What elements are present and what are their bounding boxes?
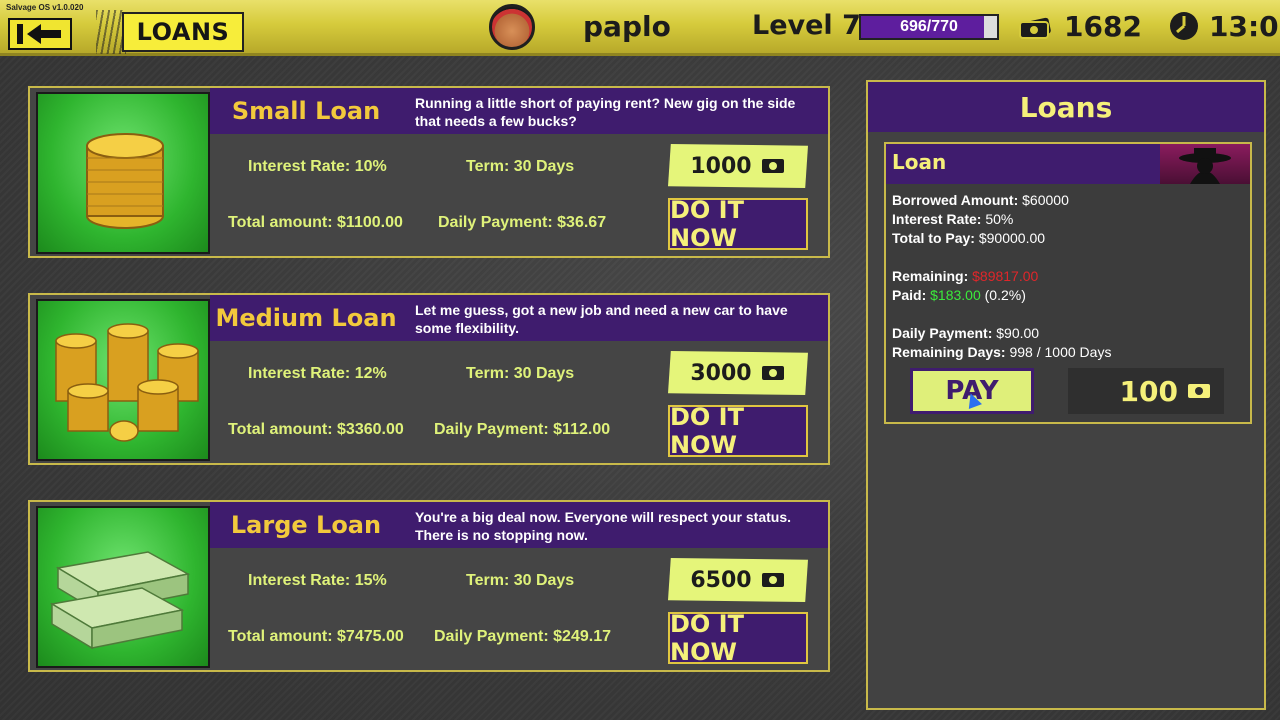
borrowed-value: $60000: [1022, 192, 1069, 208]
loan-amount-value: 3000: [690, 360, 752, 386]
borrowed-amount: Borrowed Amount: $60000: [892, 192, 1069, 208]
active-loan-title: Loan: [892, 150, 947, 174]
clock-time: 13:00: [1209, 10, 1280, 43]
coin-piles-image: [36, 299, 210, 461]
loan-amount-value: 6500: [690, 567, 752, 593]
level-label: Level 7: [752, 10, 861, 41]
interest-rate-line: Interest Rate: 50%: [892, 211, 1013, 227]
remaining-label: Remaining:: [892, 268, 969, 284]
daily-label: Daily Payment:: [892, 325, 993, 341]
cash-stacks-image: [36, 506, 210, 668]
total-to-pay: Total to Pay: $90000.00: [892, 230, 1045, 246]
loan-term: Term: 30 Days: [466, 158, 575, 175]
loan-card-header: Medium Loan Let me guess, got a new job …: [210, 295, 828, 341]
loan-title: Medium Loan: [215, 304, 397, 332]
remaining-value: $89817.00: [972, 268, 1039, 284]
loan-title: Small Loan: [231, 97, 381, 125]
loan-card-header: Large Loan You're a big deal now. Everyo…: [210, 502, 828, 548]
interest-label: Interest Rate:: [892, 211, 982, 227]
active-loan-card: Loan Borrowed Amount: $60000 Interest Ra…: [884, 142, 1252, 424]
loan-card-medium: Medium Loan Let me guess, got a new job …: [20, 287, 830, 473]
interest-value: 50%: [985, 211, 1014, 227]
money-amount: 1682: [1064, 10, 1142, 43]
back-button[interactable]: [8, 18, 72, 50]
loan-amount: 6500: [668, 558, 808, 602]
do-it-now-button[interactable]: DO IT NOW: [668, 610, 808, 666]
daily-value: $90.00: [996, 325, 1040, 341]
total-label: Total to Pay:: [892, 230, 975, 246]
interest-rate: Interest Rate: 15%: [248, 572, 387, 589]
loan-shark-image: [1160, 144, 1250, 184]
avatar[interactable]: [489, 4, 535, 50]
interest-rate: Interest Rate: 10%: [248, 158, 387, 175]
loan-card-small: Small Loan Running a little short of pay…: [20, 80, 830, 266]
loan-description: You're a big deal now. Everyone will res…: [415, 509, 791, 543]
paid-percent: (0.2%): [984, 287, 1026, 303]
loans-panel: Loans Loan Borrowed Amount: $60000 Inter…: [866, 80, 1266, 710]
version-label: Salvage OS v1.0.020: [6, 3, 84, 12]
bill-icon: [761, 159, 784, 173]
daily-payment: Daily Payment: $112.00: [434, 421, 611, 438]
loan-title: Large Loan: [230, 511, 382, 539]
total-amount: Total amount: $3360.00: [228, 421, 404, 438]
daily-payment: Daily Payment: $36.67: [438, 214, 607, 231]
panel-title: Loans: [868, 82, 1264, 132]
interest-rate: Interest Rate: 12%: [248, 365, 387, 382]
daily-payment: Daily Payment: $249.17: [434, 628, 611, 645]
bill-icon: [1188, 384, 1210, 398]
paid-line: Paid: $183.00 (0.2%): [892, 287, 1026, 303]
clock-icon: [1170, 12, 1198, 40]
loan-description: Running a little short of paying rent? N…: [415, 95, 796, 129]
loan-card-large: Large Loan You're a big deal now. Everyo…: [20, 494, 830, 680]
paid-label: Paid:: [892, 287, 927, 303]
active-loan-header: Loan: [886, 144, 1250, 184]
days-value: 998 / 1000 Days: [1009, 344, 1112, 360]
do-it-now-button[interactable]: DO IT NOW: [668, 196, 808, 252]
remaining-line: Remaining: $89817.00: [892, 268, 1038, 284]
loan-description: Let me guess, got a new job and need a n…: [415, 302, 788, 336]
pay-amount-value: 100: [1119, 374, 1178, 408]
borrowed-label: Borrowed Amount:: [892, 192, 1019, 208]
xp-text: 696/770: [900, 18, 958, 35]
loan-amount-value: 1000: [690, 153, 752, 179]
bill-icon: [761, 573, 784, 587]
do-it-now-button[interactable]: DO IT NOW: [668, 403, 808, 459]
loan-term: Term: 30 Days: [466, 365, 575, 382]
remaining-days-line: Remaining Days: 998 / 1000 Days: [892, 344, 1111, 360]
top-bar: Salvage OS v1.0.020 LOANS paplo Level 7 …: [0, 0, 1280, 56]
pay-amount-field[interactable]: 100: [1068, 368, 1224, 414]
total-value: $90000.00: [978, 230, 1046, 246]
paid-value: $183.00: [930, 287, 981, 303]
back-arrow-icon: [17, 24, 61, 44]
username: paplo: [583, 10, 671, 43]
page-title: LOANS: [122, 12, 244, 52]
daily-payment-line: Daily Payment: $90.00: [892, 325, 1039, 341]
days-label: Remaining Days:: [892, 344, 1006, 360]
total-amount: Total amount: $7475.00: [228, 628, 404, 645]
coin-stack-image: [36, 92, 210, 254]
loan-amount: 1000: [668, 144, 808, 188]
bill-icon: [761, 366, 784, 380]
loan-amount: 3000: [668, 351, 808, 395]
money-icon: [1019, 17, 1051, 39]
loan-card-header: Small Loan Running a little short of pay…: [210, 88, 828, 134]
loan-term: Term: 30 Days: [466, 572, 575, 589]
total-amount: Total amount: $1100.00: [228, 214, 403, 231]
xp-bar: 696/770: [859, 14, 999, 40]
